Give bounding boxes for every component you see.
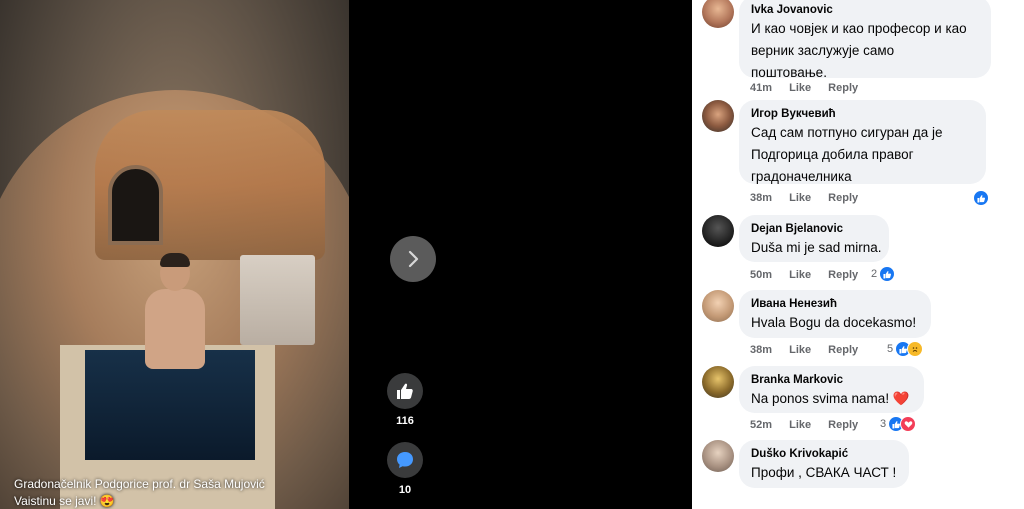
avatar[interactable] [702,366,734,398]
reaction-count: 5 [887,343,894,355]
comments-panel[interactable]: Ivka Jovanovic И као човјек и као профес… [692,0,1024,509]
comment-text-line: верник заслужује само [751,43,895,58]
likes-count: 116 [396,415,414,427]
comment-text-line: Hvala Bogu da docekasmo! [751,315,917,330]
reply-link[interactable]: Reply [828,192,858,204]
caption-line-1: Gradonačelnik Podgorice prof. dr Saša Mu… [14,477,265,491]
comment-bubble: Ивана Ненезић Hvala Bogu da docekasmo! [739,290,931,338]
reaction-count: 2 [871,268,878,280]
person-figure [140,253,210,395]
like-link[interactable]: Like [789,192,811,204]
post-caption: Gradonačelnik Podgorice prof. dr Saša Mu… [14,476,265,509]
caption-line-2: Vaistinu se javi! 😍 [14,494,115,508]
comment-author[interactable]: Ivka Jovanovic [751,3,979,18]
comment-text-line: Подгорица добила правог [751,147,914,162]
like-link[interactable]: Like [789,419,811,431]
comment-icon [397,452,413,468]
like-link[interactable]: Like [789,82,811,94]
comment-reaction[interactable]: 10 [386,442,424,496]
like-reaction[interactable]: 116 [386,373,424,427]
thumbs-up-icon [397,383,413,399]
like-reaction-icon [973,190,989,206]
comment-text-line: Na ponos svima nama! ❤️ [751,391,910,406]
next-photo-button[interactable] [390,236,436,282]
comment-author[interactable]: Ивана Ненезић [751,297,919,312]
reply-link[interactable]: Reply [828,82,858,94]
comment-time[interactable]: 50m [750,269,772,281]
reply-link[interactable]: Reply [828,344,858,356]
comment-actions: 38m Like Reply [750,192,872,204]
chevron-right-icon [408,250,419,268]
comment-bubble: Branka Markovic Na ponos svima nama! ❤️ [739,366,924,413]
comment-text-line: И као човјек и као професор и као [751,21,967,36]
avatar[interactable] [702,440,734,472]
chapel-window [108,165,163,245]
comment-actions: 41m Like Reply [750,82,872,94]
comment-time[interactable]: 52m [750,419,772,431]
comment-author[interactable]: Игор Вукчевић [751,107,974,122]
comment-text-line: градоначелника [751,169,852,184]
comment-actions: 52m Like Reply [750,419,872,431]
comment-text-line: Duša mi je sad mirna. [751,240,882,255]
like-link[interactable]: Like [789,269,811,281]
reaction-summary[interactable] [973,190,989,206]
like-link[interactable]: Like [789,344,811,356]
comment-bubble: Игор Вукчевић Сад сам потпуно сигуран да… [739,100,986,184]
comment-bubble: Duško Krivokapić Профи , СВАКА ЧАСТ ! [739,440,909,488]
comment-bubble: Ivka Jovanovic И као човјек и као профес… [739,0,991,80]
avatar[interactable] [702,215,734,247]
avatar[interactable] [702,100,734,132]
sad-face-icon [907,341,924,357]
post-photo[interactable]: Gradonačelnik Podgorice prof. dr Saša Mu… [0,0,349,509]
comment-actions: 38m Like Reply [750,344,872,356]
heart-icon [900,416,917,432]
comments-count: 10 [398,484,412,496]
comment-text-line: Сад сам потпуно сигуран да је [751,125,943,140]
like-button[interactable] [387,373,423,409]
avatar[interactable] [702,0,734,28]
like-reaction-icon [879,266,896,282]
reply-link[interactable]: Reply [828,419,858,431]
reaction-summary[interactable]: 5 [887,341,924,357]
comment-text-line: Профи , СВАКА ЧАСТ ! [751,465,897,480]
avatar[interactable] [702,290,734,322]
comment-bubble: Dejan Bjelanovic Duša mi je sad mirna. [739,215,889,262]
comment-actions: 50m Like Reply [750,269,872,281]
comment-button[interactable] [387,442,423,478]
comment-author[interactable]: Branka Markovic [751,373,912,388]
comment-text-line: поштовање. [751,65,827,80]
comment-time[interactable]: 41m [750,82,772,94]
reaction-count: 3 [880,418,887,430]
altar [240,255,315,345]
comment-time[interactable]: 38m [750,344,772,356]
reaction-summary[interactable]: 3 [880,416,917,432]
reply-link[interactable]: Reply [828,269,858,281]
photo-viewer: Gradonačelnik Podgorice prof. dr Saša Mu… [0,0,1024,509]
reaction-summary[interactable]: 2 [871,266,896,282]
comment-author[interactable]: Dejan Bjelanovic [751,222,877,237]
comment-time[interactable]: 38m [750,192,772,204]
comment-author[interactable]: Duško Krivokapić [751,447,897,462]
